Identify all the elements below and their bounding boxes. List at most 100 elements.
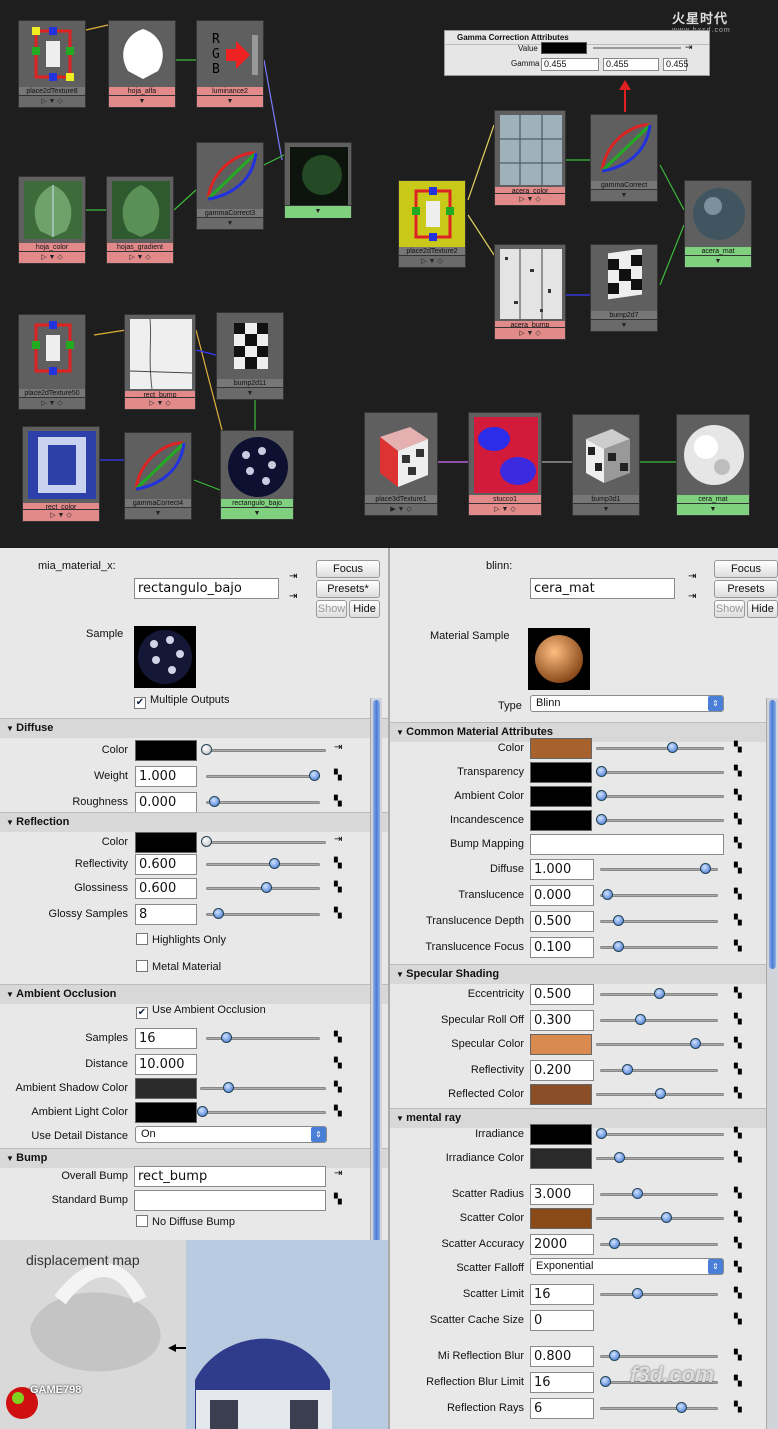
slider-knob[interactable] bbox=[612, 915, 624, 926]
color-swatch[interactable] bbox=[530, 1034, 592, 1055]
slider-knob[interactable] bbox=[608, 1350, 620, 1361]
map-checker-icon[interactable]: ▚ bbox=[734, 989, 745, 1000]
map-checker-icon[interactable]: ▚ bbox=[334, 1083, 345, 1094]
attr-slider[interactable] bbox=[596, 1038, 724, 1049]
slider-knob[interactable] bbox=[209, 796, 220, 807]
node-acera-mat[interactable]: acera_mat ▼ bbox=[684, 180, 752, 268]
attr-slider[interactable] bbox=[197, 1106, 326, 1117]
connect-icon[interactable]: ⇥ bbox=[685, 42, 693, 53]
map-checker-icon[interactable]: ▚ bbox=[734, 942, 745, 953]
node-name-field[interactable]: rectangulo_bajo bbox=[134, 578, 279, 599]
attr-slider[interactable] bbox=[596, 766, 724, 777]
presets-button[interactable]: Presets* bbox=[316, 580, 380, 598]
map-checker-icon[interactable]: ▚ bbox=[734, 1263, 745, 1274]
node-luminance2[interactable]: RGB luminance2 ▼ bbox=[196, 20, 264, 108]
node-controls[interactable]: ▷ ▼ ◇ bbox=[125, 397, 195, 409]
attr-value-field[interactable]: 16 bbox=[530, 1284, 594, 1305]
map-checker-icon[interactable]: ▚ bbox=[734, 1377, 745, 1388]
gamma-b-field[interactable]: 0.455 bbox=[663, 58, 689, 71]
node-controls[interactable]: ▼ bbox=[285, 205, 351, 217]
map-checker-icon[interactable]: ▚ bbox=[734, 1213, 745, 1224]
attr-slider[interactable] bbox=[206, 796, 320, 807]
map-checker-icon[interactable]: ▚ bbox=[734, 1189, 745, 1200]
attr-value-field[interactable]: 0.200 bbox=[530, 1060, 594, 1081]
detail-distance-dropdown[interactable]: On ⇕ bbox=[135, 1126, 327, 1143]
ao-distance-field[interactable]: 10.000 bbox=[135, 1054, 197, 1075]
show-button[interactable]: Show bbox=[714, 600, 745, 618]
slider-knob[interactable] bbox=[600, 1376, 611, 1387]
map-checker-icon[interactable]: ▚ bbox=[334, 771, 345, 782]
slider-knob[interactable] bbox=[675, 1402, 687, 1413]
attr-slider[interactable] bbox=[200, 1082, 326, 1093]
node-controls[interactable]: ▼ bbox=[573, 503, 639, 515]
node-place2dtexture8[interactable]: place2dTexture8 ▷ ▼ ◇ bbox=[18, 20, 86, 108]
color-swatch[interactable] bbox=[530, 810, 592, 831]
slider-knob[interactable] bbox=[596, 1128, 607, 1139]
node-place3dtexture1[interactable]: place3dTexture1 ▶ ▼ ◇ bbox=[364, 412, 438, 516]
shader-type-dropdown[interactable]: Blinn ⇕ bbox=[530, 695, 724, 712]
section-ambient-occlusion[interactable]: Ambient Occlusion bbox=[0, 984, 388, 1004]
node-cera-mat[interactable]: cera_mat ▼ bbox=[676, 414, 750, 516]
attr-slider[interactable] bbox=[596, 742, 724, 753]
map-checker-icon[interactable]: ▚ bbox=[734, 1289, 745, 1300]
slider-knob[interactable] bbox=[632, 1288, 644, 1299]
attr-slider[interactable] bbox=[201, 744, 326, 755]
map-checker-icon[interactable]: ▚ bbox=[734, 1403, 745, 1414]
node-controls[interactable]: ▷ ▼ ◇ bbox=[107, 251, 173, 263]
slider-knob[interactable] bbox=[666, 742, 678, 753]
map-checker-icon[interactable]: ▚ bbox=[334, 859, 345, 870]
node-place2dtexture2[interactable]: place2dTexture2 ▷ ▼ ◇ bbox=[398, 180, 466, 268]
map-checker-icon[interactable]: ▚ bbox=[334, 1107, 345, 1118]
node-hojas-mat[interactable]: hojas_mat▼ bbox=[284, 142, 352, 218]
node-controls[interactable]: ▷ ▼ ◇ bbox=[19, 251, 85, 263]
attr-slider[interactable] bbox=[600, 1402, 718, 1413]
attr-slider[interactable] bbox=[600, 889, 718, 900]
map-checker-icon[interactable]: ▚ bbox=[334, 909, 345, 920]
node-acera-color[interactable]: acera_color ▷ ▼ ◇ bbox=[494, 110, 566, 206]
color-swatch[interactable] bbox=[530, 1148, 592, 1169]
attr-slider[interactable] bbox=[596, 814, 724, 825]
map-checker-icon[interactable]: ▚ bbox=[734, 1129, 745, 1140]
attr-slider[interactable] bbox=[206, 908, 320, 919]
node-hoja-color[interactable]: hoja_color ▷ ▼ ◇ bbox=[18, 176, 86, 264]
attr-slider[interactable] bbox=[201, 836, 326, 847]
map-checker-icon[interactable]: ▚ bbox=[734, 815, 745, 826]
map-checker-icon[interactable]: ▚ bbox=[334, 883, 345, 894]
slider-knob[interactable] bbox=[201, 836, 212, 847]
map-checker-icon[interactable]: ▚ bbox=[334, 1059, 345, 1070]
slider-knob[interactable] bbox=[612, 941, 624, 952]
node-controls[interactable]: ▷ ▼ ◇ bbox=[19, 397, 85, 409]
no-diffuse-bump-checkbox[interactable]: No Diffuse Bump bbox=[136, 1215, 235, 1228]
gamma-r-field[interactable]: 0.455 bbox=[541, 58, 599, 71]
attr-slider[interactable] bbox=[596, 1212, 724, 1223]
standard-bump-field[interactable] bbox=[134, 1190, 326, 1211]
attr-value-field[interactable]: 0.500 bbox=[530, 911, 594, 932]
map-checker-icon[interactable]: ▚ bbox=[334, 1033, 345, 1044]
node-gammacorrect4[interactable]: gammaCorrect4 ▼ bbox=[124, 432, 192, 520]
attr-slider[interactable] bbox=[600, 941, 718, 952]
node-name-field[interactable]: cera_mat bbox=[530, 578, 675, 599]
scroll-thumb[interactable] bbox=[373, 700, 380, 1309]
node-controls[interactable]: ▼ bbox=[685, 255, 751, 267]
attr-value-field[interactable]: 0.300 bbox=[530, 1010, 594, 1031]
color-swatch[interactable] bbox=[135, 740, 197, 761]
node-controls[interactable]: ▼ bbox=[217, 387, 283, 399]
map-checker-icon[interactable]: ▚ bbox=[734, 864, 745, 875]
attr-slider[interactable] bbox=[596, 1152, 724, 1163]
node-rect-bump[interactable]: rect_bump ▷ ▼ ◇ bbox=[124, 314, 196, 410]
gamma-correction-panel[interactable]: Gamma Correction Attributes Value ⇥ Gamm… bbox=[444, 30, 710, 76]
attr-value-field[interactable]: 0.500 bbox=[530, 984, 594, 1005]
attr-slider[interactable] bbox=[206, 770, 320, 781]
attribute-editor-right[interactable]: blinn: cera_mat ⇥ ⇥ Focus Presets Show H… bbox=[388, 548, 778, 1429]
slider-knob[interactable] bbox=[608, 1238, 620, 1249]
color-swatch[interactable] bbox=[530, 1124, 592, 1145]
map-checker-icon[interactable]: ▚ bbox=[734, 890, 745, 901]
gamma-value-swatch[interactable] bbox=[541, 42, 587, 54]
connect-icon[interactable]: ⇥ bbox=[334, 1169, 345, 1180]
node-bump3d1[interactable]: bump3d1 ▼ bbox=[572, 414, 640, 516]
map-checker-icon[interactable]: ▚ bbox=[734, 1089, 745, 1100]
highlights-only-checkbox[interactable]: Highlights Only bbox=[136, 933, 226, 946]
node-controls[interactable]: ▼ bbox=[197, 217, 263, 229]
attr-value-field[interactable]: 2000 bbox=[530, 1234, 594, 1255]
slider-knob[interactable] bbox=[197, 1106, 208, 1117]
